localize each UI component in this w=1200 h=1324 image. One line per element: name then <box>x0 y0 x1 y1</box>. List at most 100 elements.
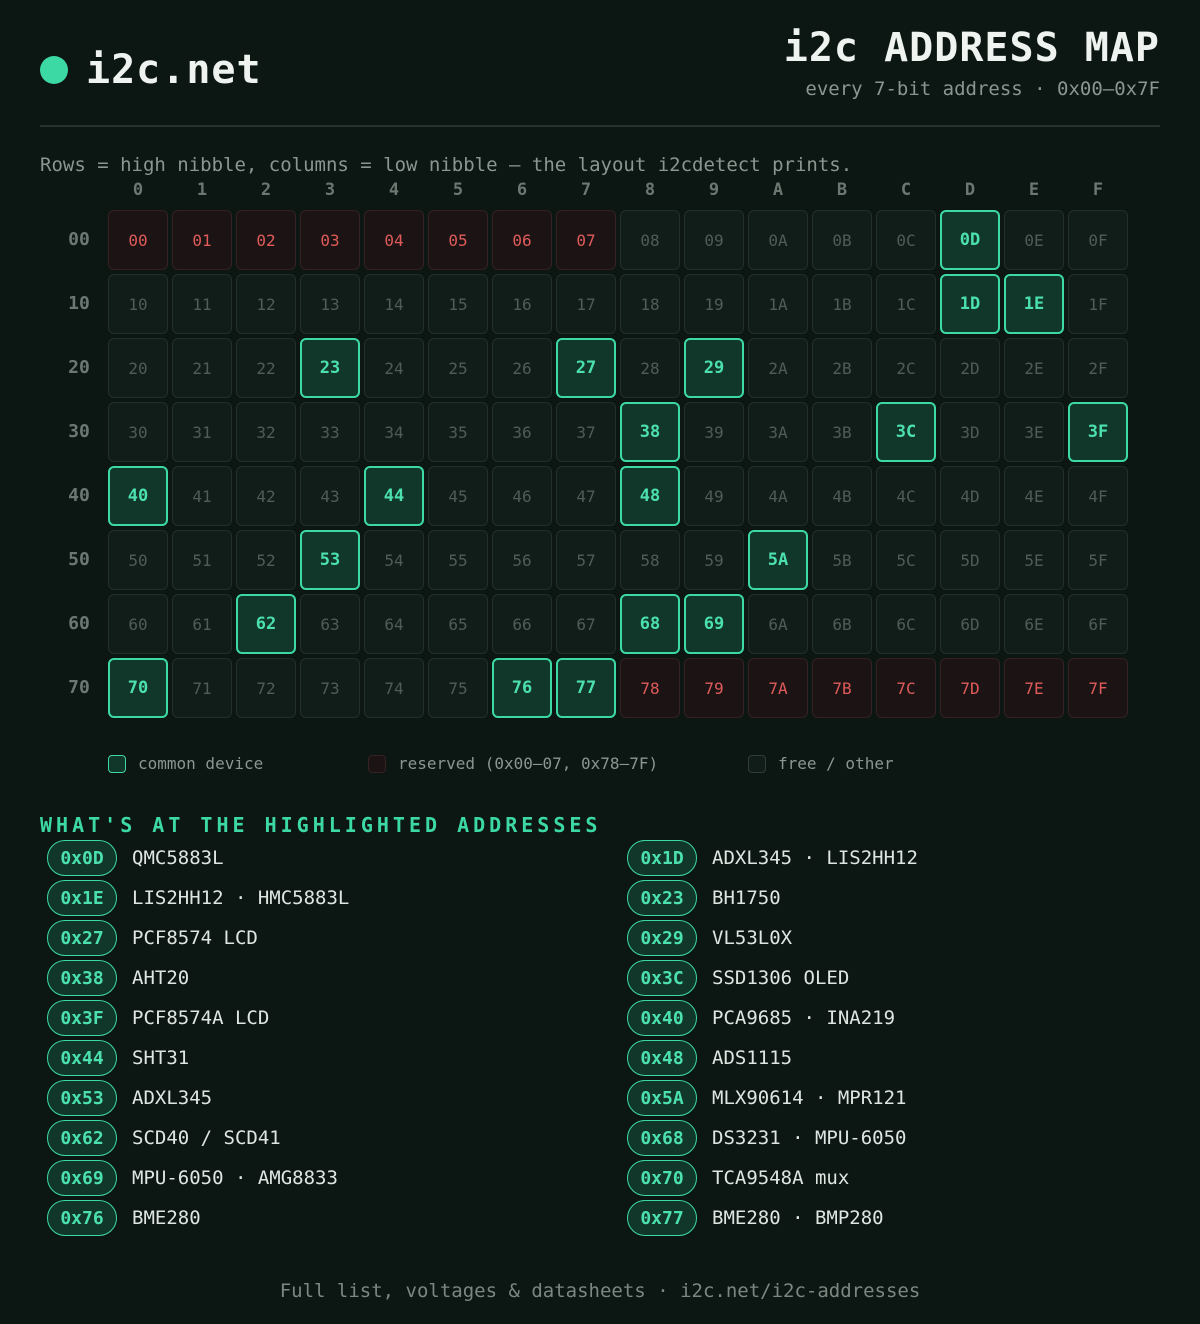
address-cell-5e: 5E <box>1004 530 1064 590</box>
address-cell-77[interactable]: 77 <box>556 658 616 718</box>
address-cell-6e: 6E <box>1004 594 1064 654</box>
device-item[interactable]: 0x23 BH1750 <box>627 880 781 916</box>
footer-link[interactable]: Full list, voltages & datasheets · i2c.n… <box>0 1278 1200 1304</box>
device-item[interactable]: 0x27 PCF8574 LCD <box>47 920 258 956</box>
address-cell-59: 59 <box>684 530 744 590</box>
address-cell-43: 43 <box>300 466 360 526</box>
address-cell-69[interactable]: 69 <box>684 594 744 654</box>
address-cell-30: 30 <box>108 402 168 462</box>
device-item[interactable]: 0x62 SCD40 / SCD41 <box>47 1120 281 1156</box>
address-cell-19: 19 <box>684 274 744 334</box>
device-item[interactable]: 0x29 VL53L0X <box>627 920 792 956</box>
header-divider <box>40 125 1160 127</box>
legend-reserved-label: reserved (0x00–07, 0x78–7F) <box>398 754 659 773</box>
device-item[interactable]: 0x3C SSD1306 OLED <box>627 960 849 996</box>
device-item[interactable]: 0x5A MLX90614 · MPR121 <box>627 1080 906 1116</box>
device-item[interactable]: 0x70 TCA9548A mux <box>627 1160 849 1196</box>
device-item[interactable]: 0x68 DS3231 · MPU-6050 <box>627 1120 906 1156</box>
address-cell-71: 71 <box>172 658 232 718</box>
row-header: 40 <box>68 485 90 506</box>
address-cell-21: 21 <box>172 338 232 398</box>
address-cell-27[interactable]: 27 <box>556 338 616 398</box>
device-address-badge: 0x76 <box>47 1200 117 1236</box>
logo[interactable]: i2c.net <box>40 44 262 96</box>
address-cell-17: 17 <box>556 274 616 334</box>
address-cell-48[interactable]: 48 <box>620 466 680 526</box>
address-cell-6d: 6D <box>940 594 1000 654</box>
column-header: 1 <box>196 180 208 200</box>
device-name: TCA9548A mux <box>712 1167 850 1189</box>
legend-common-label: common device <box>138 754 264 773</box>
address-cell-02: 02 <box>236 210 296 270</box>
address-cell-7d: 7D <box>940 658 1000 718</box>
address-cell-5c: 5C <box>876 530 936 590</box>
address-cell-51: 51 <box>172 530 232 590</box>
logo-text: i2c.net <box>86 47 262 93</box>
device-item[interactable]: 0x3F PCF8574A LCD <box>47 1000 269 1036</box>
address-cell-4e: 4E <box>1004 466 1064 526</box>
device-item[interactable]: 0x1D ADXL345 · LIS2HH12 <box>627 840 918 876</box>
address-cell-3b: 3B <box>812 402 872 462</box>
address-cell-42: 42 <box>236 466 296 526</box>
address-cell-1d[interactable]: 1D <box>940 274 1000 334</box>
address-cell-70[interactable]: 70 <box>108 658 168 718</box>
address-cell-57: 57 <box>556 530 616 590</box>
address-cell-3c[interactable]: 3C <box>876 402 936 462</box>
address-cell-68[interactable]: 68 <box>620 594 680 654</box>
address-cell-7c: 7C <box>876 658 936 718</box>
device-address-badge: 0x44 <box>47 1040 117 1076</box>
column-header: 5 <box>452 180 464 200</box>
address-cell-0d[interactable]: 0D <box>940 210 1000 270</box>
device-item[interactable]: 0x0D QMC5883L <box>47 840 224 876</box>
device-item[interactable]: 0x48 ADS1115 <box>627 1040 792 1076</box>
page-title: i2c ADDRESS MAP <box>783 25 1160 71</box>
address-cell-5d: 5D <box>940 530 1000 590</box>
address-cell-63: 63 <box>300 594 360 654</box>
device-item[interactable]: 0x77 BME280 · BMP280 <box>627 1200 884 1236</box>
device-item[interactable]: 0x76 BME280 <box>47 1200 201 1236</box>
address-cell-01: 01 <box>172 210 232 270</box>
device-item[interactable]: 0x38 AHT20 <box>47 960 189 996</box>
column-header: A <box>772 180 784 200</box>
device-name: SCD40 / SCD41 <box>132 1127 281 1149</box>
address-cell-4d: 4D <box>940 466 1000 526</box>
device-name: DS3231 · MPU-6050 <box>712 1127 907 1149</box>
column-header: 0 <box>132 180 144 200</box>
column-header: 3 <box>324 180 336 200</box>
address-cell-1e[interactable]: 1E <box>1004 274 1064 334</box>
device-item[interactable]: 0x53 ADXL345 <box>47 1080 212 1116</box>
address-cell-23[interactable]: 23 <box>300 338 360 398</box>
address-cell-14: 14 <box>364 274 424 334</box>
address-cell-5f: 5F <box>1068 530 1128 590</box>
address-cell-12: 12 <box>236 274 296 334</box>
device-item[interactable]: 0x40 PCA9685 · INA219 <box>627 1000 895 1036</box>
address-cell-4f: 4F <box>1068 466 1128 526</box>
address-cell-29[interactable]: 29 <box>684 338 744 398</box>
address-cell-53[interactable]: 53 <box>300 530 360 590</box>
device-item[interactable]: 0x44 SHT31 <box>47 1040 189 1076</box>
address-cell-11: 11 <box>172 274 232 334</box>
legend-reserved: reserved (0x00–07, 0x78–7F) <box>368 754 658 773</box>
device-address-badge: 0x62 <box>47 1120 117 1156</box>
device-name: AHT20 <box>132 967 190 989</box>
address-cell-07: 07 <box>556 210 616 270</box>
address-cell-78: 78 <box>620 658 680 718</box>
device-item[interactable]: 0x69 MPU-6050 · AMG8833 <box>47 1160 338 1196</box>
address-cell-40[interactable]: 40 <box>108 466 168 526</box>
device-name: PCA9685 · INA219 <box>712 1007 896 1029</box>
address-cell-38[interactable]: 38 <box>620 402 680 462</box>
address-cell-5a[interactable]: 5A <box>748 530 808 590</box>
address-cell-62[interactable]: 62 <box>236 594 296 654</box>
device-item[interactable]: 0x1E LIS2HH12 · HMC5883L <box>47 880 349 916</box>
address-cell-2b: 2B <box>812 338 872 398</box>
address-cell-44[interactable]: 44 <box>364 466 424 526</box>
address-cell-0e: 0E <box>1004 210 1064 270</box>
device-name: SHT31 <box>132 1047 190 1069</box>
address-cell-3f[interactable]: 3F <box>1068 402 1128 462</box>
address-cell-2f: 2F <box>1068 338 1128 398</box>
address-cell-0f: 0F <box>1068 210 1128 270</box>
address-cell-76[interactable]: 76 <box>492 658 552 718</box>
address-cell-2c: 2C <box>876 338 936 398</box>
device-address-badge: 0x77 <box>627 1200 697 1236</box>
address-cell-3a: 3A <box>748 402 808 462</box>
